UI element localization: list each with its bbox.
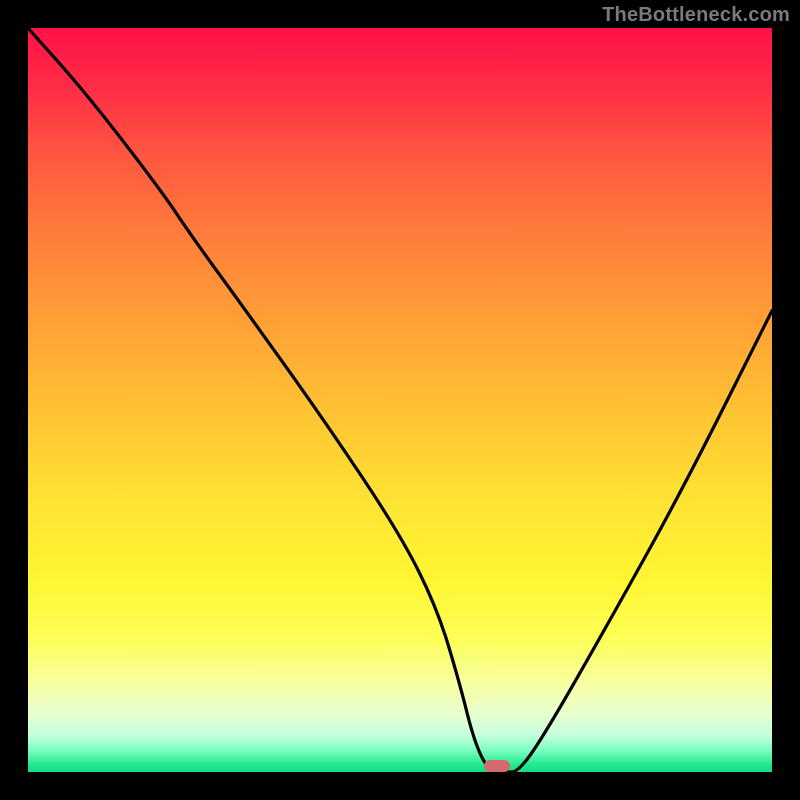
optimal-marker bbox=[484, 760, 510, 772]
chart-frame: TheBottleneck.com bbox=[0, 0, 800, 800]
plot-area bbox=[28, 28, 772, 772]
bottleneck-curve bbox=[28, 28, 772, 772]
watermark-text: TheBottleneck.com bbox=[602, 4, 790, 27]
